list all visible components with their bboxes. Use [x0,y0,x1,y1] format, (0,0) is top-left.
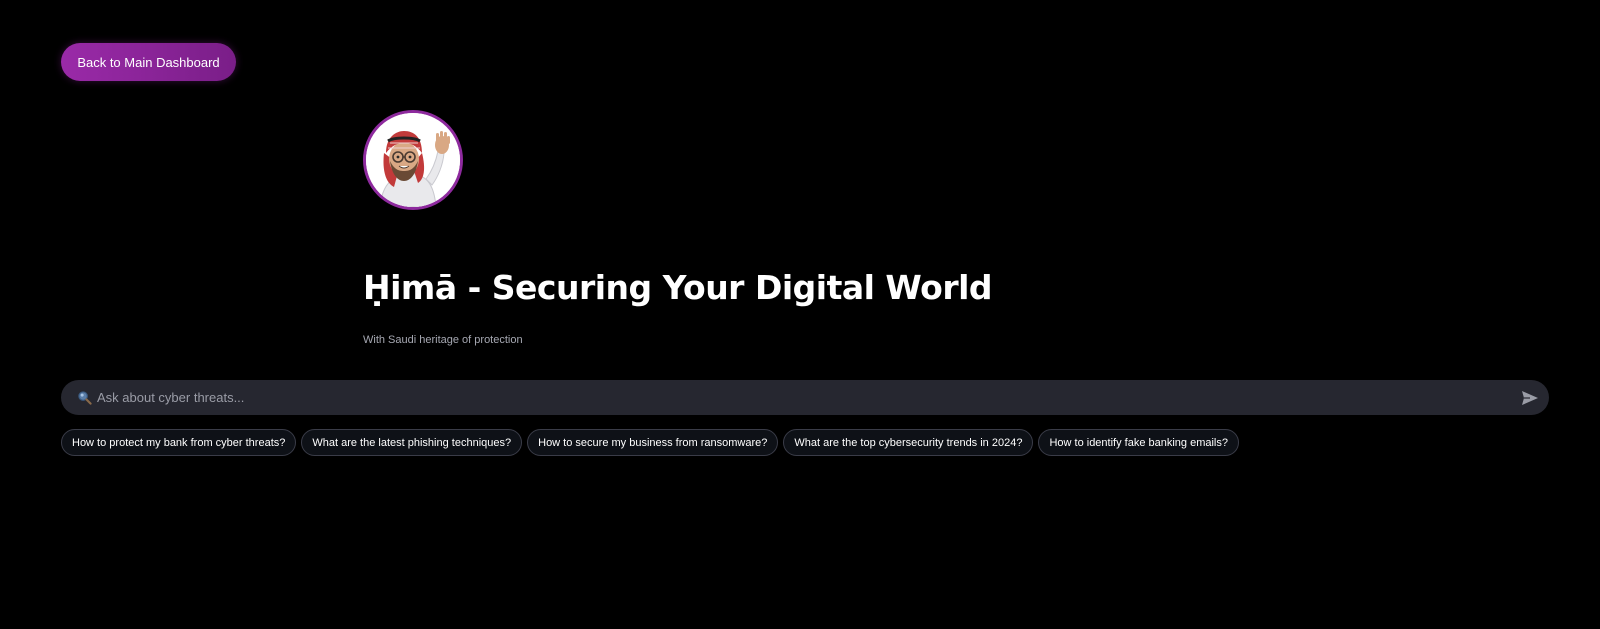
send-button[interactable] [1519,387,1541,409]
back-to-dashboard-button[interactable]: Back to Main Dashboard [61,43,236,81]
page: Back to Main Dashboard Ḥimā - Securing Y… [0,0,1600,629]
page-title: Ḥimā - Securing Your Digital World [363,268,993,307]
search-icon [78,391,92,405]
send-icon [1522,391,1538,405]
suggestion-chip[interactable]: How to protect my bank from cyber threat… [61,429,297,456]
chat-input-bar [61,380,1549,415]
page-subtitle: With Saudi heritage of protection [363,334,523,346]
suggestion-chip[interactable]: What are the top cybersecurity trends in… [783,429,1034,456]
chat-input[interactable] [97,380,1497,415]
waving-man-avatar-icon [366,113,460,207]
suggestion-chips: How to protect my bank from cyber threat… [61,429,1239,456]
suggestion-chip[interactable]: How to identify fake banking emails? [1038,429,1239,456]
avatar [363,110,463,210]
suggestion-chip[interactable]: How to secure my business from ransomwar… [527,429,779,456]
suggestion-chip[interactable]: What are the latest phishing techniques? [301,429,523,456]
